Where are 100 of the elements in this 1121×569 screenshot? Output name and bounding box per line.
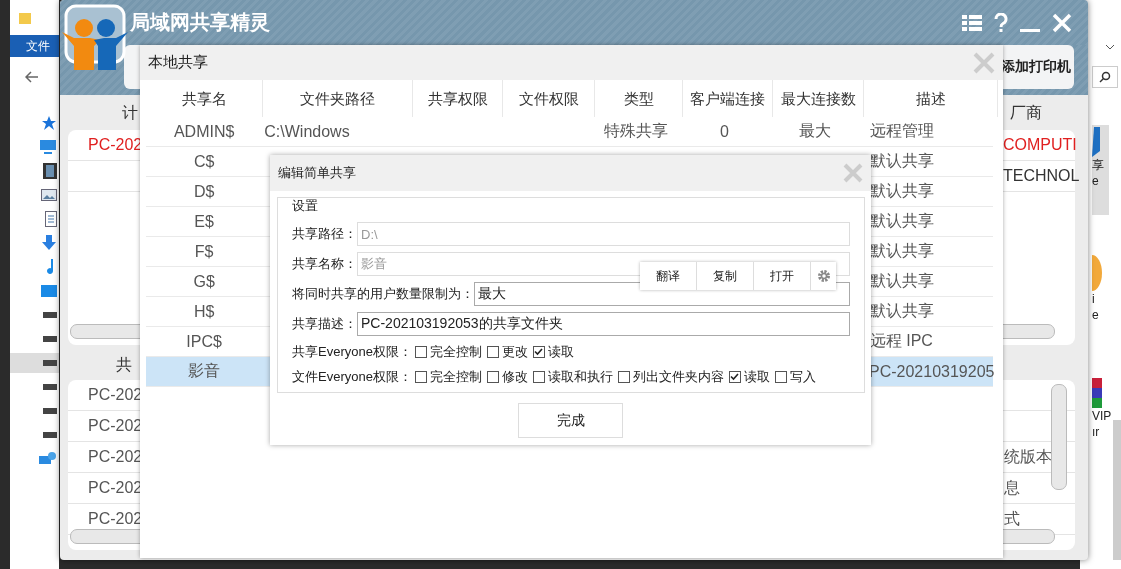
table-row[interactable]: ADMIN$ C:\Windows 特殊共享 0 最大 远程管理 [146, 117, 993, 147]
field-label: 将同时共享的用户数量限制为： [292, 285, 474, 303]
info-cell-text: 式 [1004, 508, 1020, 529]
star-icon[interactable] [41, 115, 57, 131]
dialog-title: 本地共享 [148, 53, 208, 72]
folder-icon [18, 10, 32, 25]
table-cell: H$ [193, 302, 215, 321]
table-cell: C:\Windows [264, 122, 350, 141]
checkbox-label: 完全控制 [429, 367, 482, 386]
table-cell: F$ [194, 242, 214, 261]
item-label: VIP [1092, 408, 1112, 424]
column-header[interactable]: 最大连接数 [773, 80, 864, 117]
search-icon [1099, 71, 1111, 83]
table-cell: ADMIN$ [173, 122, 235, 141]
checkbox-label: 修改 [501, 367, 528, 386]
books-icon [1092, 378, 1102, 408]
table-cell-text: 默认共享 [869, 211, 934, 231]
table-cell-text: 远程管理 [869, 121, 934, 141]
column-header[interactable]: 文件夹路径 [263, 80, 413, 117]
column-header[interactable]: 类型 [595, 80, 683, 117]
checkbox[interactable] [414, 345, 427, 358]
checkbox-label: 列出文件夹内容 [632, 367, 724, 386]
column-header: 厂商 [1010, 103, 1042, 123]
document-icon[interactable] [45, 211, 57, 227]
input-field[interactable]: PC-202103192053的共享文件夹 [357, 312, 850, 336]
vendor-cell: COMPUTI [1003, 136, 1077, 154]
swoosh-icon [1092, 127, 1102, 157]
scrollbar[interactable] [1113, 420, 1121, 560]
computer-name: PC-202 [88, 417, 143, 435]
monitor-icon[interactable] [39, 139, 57, 155]
checkbox-label: 读取和执行 [547, 367, 613, 386]
checkbox-label: 更改 [501, 342, 528, 361]
item-label: 享 [1092, 157, 1104, 173]
table-cell: IPC$ [186, 332, 222, 351]
table-cell: 0 [720, 122, 729, 141]
dialog-title: 编辑简单共享 [278, 164, 356, 182]
info-cell-text: 统版本 [1004, 446, 1052, 467]
item-label: e [1092, 173, 1099, 189]
settings-icon[interactable] [816, 269, 831, 283]
field-label: 共享名称： [292, 255, 357, 273]
computer-name: PC-202 [88, 510, 143, 528]
scrollbar[interactable] [1051, 384, 1067, 490]
checkbox[interactable] [486, 370, 499, 383]
vendor-cell: TECHNOL [1003, 167, 1080, 185]
download-arrow-icon[interactable] [41, 235, 57, 251]
field-label: 共享描述： [292, 315, 357, 333]
table-cell-text: 影音 [188, 361, 221, 381]
column-header[interactable]: 文件权限 [503, 80, 595, 117]
section-heading: 计 [122, 103, 138, 123]
checkbox-label: 写入 [789, 367, 816, 386]
table-cell-text: 默认共享 [869, 181, 934, 201]
section-heading: 共 [116, 355, 132, 375]
menu-icon[interactable] [962, 13, 982, 32]
checkbox[interactable] [617, 370, 630, 383]
table-cell-text: 特殊共享 [604, 121, 669, 141]
network-icon[interactable] [39, 451, 57, 467]
popup-button[interactable]: 打开 [754, 262, 811, 290]
table-cell-text: 默认共享 [869, 151, 934, 171]
item-label: e [1092, 307, 1099, 323]
popup-button[interactable]: 翻译 [640, 262, 697, 290]
checkbox[interactable] [774, 370, 787, 383]
field-label: 共享Everyone权限： [292, 342, 412, 361]
chevron-down-icon[interactable] [1105, 44, 1115, 50]
popup-button[interactable]: 复制 [697, 262, 754, 290]
table-cell-text: 默认共享 [869, 301, 934, 321]
checkbox[interactable] [414, 370, 427, 383]
group-label: 设置 [292, 197, 319, 215]
checkbox-label: 读取 [743, 367, 770, 386]
field-label: 共享路径： [292, 225, 357, 243]
table-cell: E$ [194, 212, 214, 231]
table-cell: D$ [193, 182, 215, 201]
table-cell-text: 最大 [798, 121, 831, 141]
checkbox[interactable] [532, 345, 545, 358]
checkbox[interactable] [486, 345, 499, 358]
checkbox-label: 完全控制 [429, 342, 482, 361]
checkbox[interactable] [532, 370, 545, 383]
checkbox-label: 读取 [547, 342, 574, 361]
table-cell-text: 远程 IPC [869, 331, 933, 351]
column-header[interactable]: 共享权限 [413, 80, 503, 117]
checkbox[interactable] [728, 370, 741, 383]
window-title: 局域网共享精灵 [130, 10, 270, 35]
table-cell: C$ [193, 152, 215, 171]
search-field[interactable] [1092, 66, 1118, 88]
computer-name: PC-202 [88, 386, 143, 404]
table-cell: PC-20210319205 [869, 362, 995, 381]
table-cell: G$ [193, 272, 215, 291]
computer-name: PC-202 [88, 136, 143, 154]
item-label: i [1092, 291, 1095, 307]
column-header[interactable]: 共享名 [146, 80, 263, 117]
image-icon[interactable] [41, 189, 57, 201]
back-arrow-icon[interactable] [25, 71, 39, 83]
computer-name: PC-202 [88, 479, 143, 497]
column-header[interactable]: 客户端连接 [683, 80, 773, 117]
item-label: ır [1092, 424, 1100, 440]
field-label: 文件Everyone权限： [292, 367, 412, 386]
column-header[interactable]: 描述 [864, 80, 998, 117]
film-icon[interactable] [43, 163, 57, 179]
table-cell-text: 默认共享 [869, 241, 934, 261]
done-button[interactable]: 完成 [518, 403, 623, 438]
help-icon[interactable] [994, 12, 1008, 33]
